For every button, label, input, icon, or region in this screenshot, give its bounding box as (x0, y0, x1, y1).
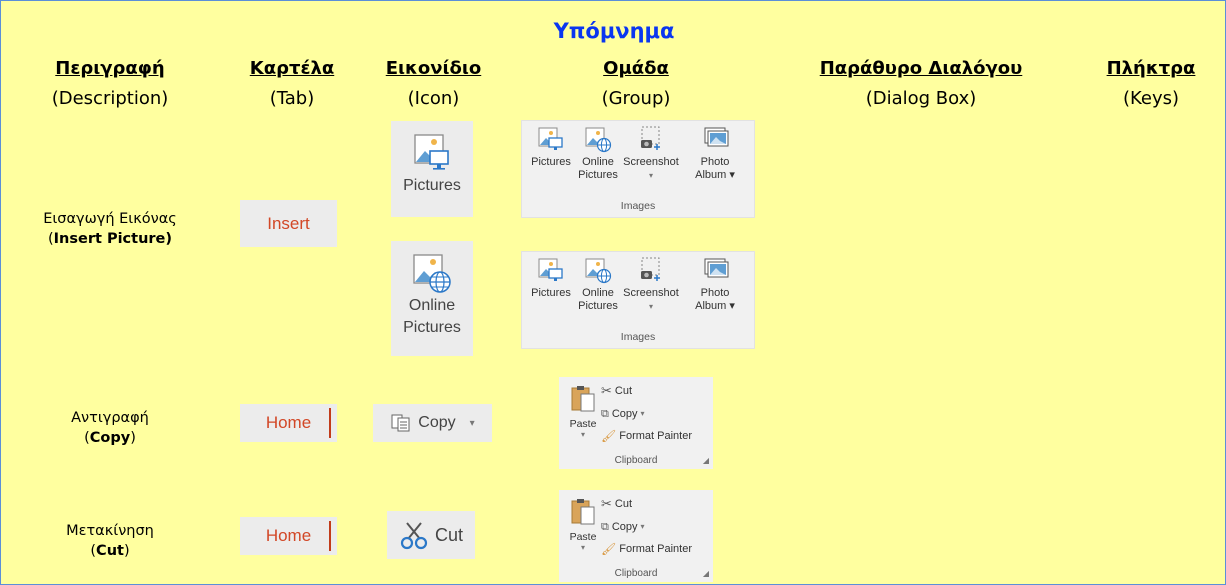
clipboard-group-ribbon: Paste ▾ ✂ Cut ⧉ Copy ▾ 🖌 Format Painter Clip… (559, 377, 713, 469)
chevron-down-icon: ▾ (469, 417, 475, 429)
ribbon-paste: Paste ▾ (567, 496, 599, 552)
tab-divider (329, 408, 331, 438)
ribbon-screenshot: Screenshot ▾ (620, 256, 682, 313)
pictures-icon (414, 134, 449, 170)
ribbon-online-pictures: Online Pictures (574, 256, 622, 313)
ribbon-copy: ⧉ Copy ▾ (601, 408, 645, 420)
copy-icon-label: Copy (418, 414, 456, 431)
clipboard-group-label: Clipboard (614, 568, 658, 579)
ribbon-online-pictures: Online Pictures (574, 125, 622, 182)
description-greek: Αντιγραφή (71, 410, 149, 426)
format-painter-icon: 🖌 (601, 542, 617, 556)
dialog-launcher-icon: ◢ (702, 456, 709, 465)
home-tab: Home (240, 517, 337, 555)
column-heading-icon: Εικονίδιο (385, 58, 482, 79)
online-pictures-icon (585, 127, 612, 153)
scissors-icon (400, 522, 428, 550)
page-title: Υπόμνημα (553, 19, 675, 43)
home-tab: Home (240, 404, 337, 442)
ribbon-copy: ⧉ Copy ▾ (601, 521, 645, 533)
ribbon-screenshot: Screenshot ▾ (620, 125, 682, 182)
images-group-label: Images (620, 200, 656, 212)
screenshot-icon (641, 257, 660, 281)
column-heading-description: Περιγραφή (55, 58, 165, 79)
cut-icon-button: Cut (387, 511, 475, 559)
description-english: (Insert Picture) (47, 231, 173, 247)
images-group-ribbon: Pictures Online Pictures Screenshot ▾ Phot… (521, 251, 755, 349)
column-heading-tab: Καρτέλα (249, 58, 335, 79)
insert-tab-label: Insert (267, 213, 310, 233)
description-greek: Εισαγωγή Εικόνας (43, 211, 177, 227)
description-english: (Copy) (84, 430, 136, 446)
column-subheading-description: (Description) (51, 88, 169, 109)
description-greek: Μετακίνηση (66, 523, 154, 539)
pictures-icon (538, 127, 563, 150)
legend-page: Υπόμνημα Περιγραφή (Description) Καρτέλα… (0, 0, 1226, 585)
home-tab-label: Home (265, 413, 312, 432)
pictures-icon-button: Pictures (391, 121, 473, 217)
cut-icon-label: Cut (434, 525, 463, 545)
column-subheading-dialog-box: (Dialog Box) (865, 88, 977, 109)
row-description-cut: Μετακίνηση (Cut) (29, 521, 191, 561)
ribbon-cut: ✂ Cut (601, 496, 633, 511)
copy-icon-button: Copy ▾ (373, 404, 492, 442)
copy-icon: ⧉ (601, 521, 609, 533)
column-subheading-icon: (Icon) (407, 88, 460, 109)
row-description-copy: Αντιγραφή (Copy) (29, 408, 191, 448)
photo-album-icon (704, 127, 729, 147)
tab-divider (329, 521, 331, 551)
clipboard-group-ribbon: Paste ▾ ✂ Cut ⧉ Copy ▾ 🖌 Format Painter Clip… (559, 490, 713, 582)
pictures-icon (538, 258, 563, 281)
home-tab-label: Home (265, 526, 312, 545)
ribbon-format-painter: 🖌 Format Painter (601, 429, 692, 443)
dialog-launcher-icon: ◢ (702, 569, 709, 578)
screenshot-icon (641, 126, 660, 150)
copy-icon: ⧉ (601, 408, 609, 420)
copy-icon (391, 414, 410, 432)
paste-icon (571, 386, 595, 412)
description-english: (Cut) (90, 543, 130, 559)
images-group-label: Images (620, 331, 656, 343)
column-subheading-tab: (Tab) (269, 88, 315, 109)
format-painter-icon: 🖌 (601, 429, 617, 443)
clipboard-group-label: Clipboard (614, 455, 658, 466)
column-heading-group: Ομάδα (603, 58, 669, 79)
paste-icon (571, 499, 595, 525)
photo-album-icon (704, 258, 729, 278)
column-heading-keys: Πλήκτρα (1106, 58, 1196, 79)
pictures-icon-label: Pictures (403, 177, 461, 194)
online-pictures-icon-label-line2: Pictures (403, 319, 461, 336)
ribbon-cut: ✂ Cut (601, 383, 633, 398)
online-pictures-icon-label-line1: Online (408, 297, 456, 314)
scissors-icon: ✂ (601, 383, 612, 398)
ribbon-format-painter: 🖌 Format Painter (601, 542, 692, 556)
online-pictures-icon-button: Online Pictures (391, 241, 473, 356)
online-pictures-icon (585, 258, 612, 284)
scissors-icon: ✂ (601, 496, 612, 511)
ribbon-paste: Paste ▾ (567, 383, 599, 439)
insert-tab: Insert (240, 200, 337, 247)
row-description-insert-picture: Εισαγωγή Εικόνας (Insert Picture) (29, 209, 191, 249)
column-subheading-keys: (Keys) (1122, 88, 1180, 109)
ribbon-photo-album: Photo Album ▾ (684, 256, 746, 313)
images-group-ribbon: Pictures Online Pictures Screenshot ▾ Phot… (521, 120, 755, 218)
ribbon-photo-album: Photo Album ▾ (684, 125, 746, 182)
online-pictures-icon (413, 254, 451, 293)
column-subheading-group: (Group) (601, 88, 671, 109)
ribbon-pictures: Pictures (526, 125, 576, 169)
column-heading-dialog-box: Παράθυρο Διαλόγου (819, 58, 1023, 79)
ribbon-pictures: Pictures (526, 256, 576, 300)
